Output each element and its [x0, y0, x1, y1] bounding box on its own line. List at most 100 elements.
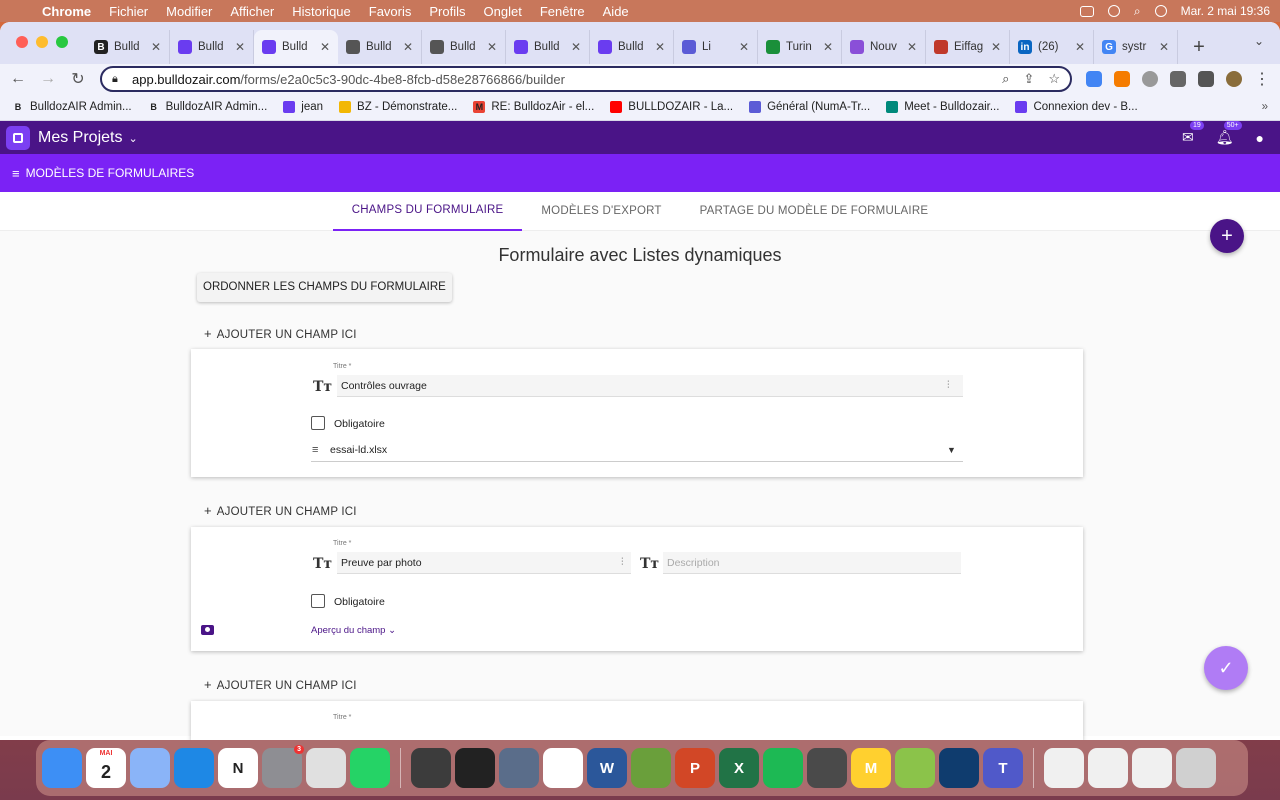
battery-icon[interactable] [1079, 5, 1094, 17]
dock-app-icon[interactable]: X [719, 748, 759, 788]
tab-form-fields[interactable]: CHAMPS DU FORMULAIRE [332, 192, 523, 231]
user-icon[interactable]: ● [1256, 130, 1264, 146]
notifications-button[interactable]: 🔔︎ 50+ [1216, 121, 1242, 146]
dock-app-icon[interactable] [499, 748, 539, 788]
add-field-button[interactable]: + AJOUTER UN CHAMP ICI [204, 503, 357, 518]
address-bar[interactable]: 🔒︎ app.bulldozair.com/forms/e2a0c5c3-90d… [100, 66, 1072, 92]
dock-app-icon[interactable] [455, 748, 495, 788]
order-fields-button[interactable]: ORDONNER LES CHAMPS DU FORMULAIRE [197, 273, 452, 302]
close-tab-icon[interactable]: ✕ [320, 40, 330, 54]
menu-fichier[interactable]: Fichier [109, 4, 148, 19]
close-tab-icon[interactable]: ✕ [151, 40, 161, 54]
menu-profils[interactable]: Profils [429, 4, 465, 19]
browser-tab[interactable]: Gsystr ✕ [1094, 30, 1178, 64]
dock-app-icon[interactable] [1044, 748, 1084, 788]
zoom-icon[interactable]: ⌕ [1002, 71, 1009, 87]
close-tab-icon[interactable]: ✕ [739, 40, 749, 54]
new-tab-button[interactable]: + [1184, 30, 1214, 64]
close-window-button[interactable] [16, 36, 28, 48]
dock-app-icon[interactable] [1132, 748, 1172, 788]
browser-tab[interactable]: B Bulld ✕ [86, 30, 170, 64]
close-tab-icon[interactable]: ✕ [403, 40, 413, 54]
dock-app-icon[interactable] [350, 748, 390, 788]
control-center-icon[interactable] [1154, 5, 1167, 17]
bookmark-item[interactable]: B BulldozAIR Admin... [148, 101, 267, 113]
browser-tab[interactable]: Turin ✕ [758, 30, 842, 64]
bookmarks-overflow-icon[interactable]: » [1262, 101, 1268, 113]
dock-app-icon[interactable] [411, 748, 451, 788]
browser-tab[interactable]: Bulld ✕ [170, 30, 254, 64]
wifi-icon[interactable] [1107, 5, 1120, 17]
bookmark-item[interactable]: M RE: BulldozAir - el... [473, 101, 594, 113]
browser-tab[interactable]: Bulld ✕ [254, 30, 338, 64]
menu-historique[interactable]: Historique [292, 4, 351, 19]
close-tab-icon[interactable]: ✕ [907, 40, 917, 54]
dock-app-icon[interactable] [543, 748, 583, 788]
extension-icon[interactable] [1086, 71, 1102, 87]
share-icon[interactable]: ⇪ [1023, 71, 1034, 87]
browser-tab[interactable]: Bulld ✕ [506, 30, 590, 64]
add-field-button[interactable]: + AJOUTER UN CHAMP ICI [204, 326, 357, 341]
bookmark-item[interactable]: jean [283, 101, 323, 113]
messages-button[interactable]: ✉ 19 [1182, 121, 1204, 146]
required-checkbox[interactable] [311, 416, 325, 430]
back-icon[interactable]: ← [10, 70, 26, 88]
settings-sliders-icon[interactable]: ⫶ [621, 557, 624, 568]
dock-app-icon[interactable] [939, 748, 979, 788]
more-menu-icon[interactable]: ⋮ [1254, 69, 1270, 89]
bookmark-item[interactable]: Meet - Bulldozair... [886, 101, 999, 113]
save-form-button[interactable]: ✓ [1204, 646, 1248, 690]
dock-app-icon[interactable] [174, 748, 214, 788]
close-tab-icon[interactable]: ✕ [571, 40, 581, 54]
browser-tab[interactable]: Eiffag ✕ [926, 30, 1010, 64]
add-field-button[interactable]: + AJOUTER UN CHAMP ICI [204, 677, 357, 692]
dock-app-icon[interactable] [306, 748, 346, 788]
close-tab-icon[interactable]: ✕ [235, 40, 245, 54]
list-file-select[interactable]: essai-ld.xlsx [330, 444, 387, 456]
dock-app-icon[interactable]: 3 [262, 745, 304, 788]
close-tab-icon[interactable]: ✕ [991, 40, 1001, 54]
lock-icon[interactable]: 🔒︎ [112, 73, 122, 85]
dropdown-caret-icon[interactable]: ▼ [947, 445, 956, 455]
dock-app-icon[interactable]: M [851, 748, 891, 788]
menu-favoris[interactable]: Favoris [369, 4, 412, 19]
close-tab-icon[interactable]: ✕ [655, 40, 665, 54]
dock-app-icon[interactable] [763, 748, 803, 788]
tab-export-templates[interactable]: MODÈLES D'EXPORT [522, 192, 680, 231]
close-tab-icon[interactable]: ✕ [487, 40, 497, 54]
extension-icon[interactable] [1114, 71, 1130, 87]
dock-app-icon[interactable] [631, 748, 671, 788]
browser-tab[interactable]: Bulld ✕ [590, 30, 674, 64]
close-tab-icon[interactable]: ✕ [823, 40, 833, 54]
browser-tab[interactable]: Li ✕ [674, 30, 758, 64]
dock-app-icon[interactable]: N [218, 748, 258, 788]
minimize-window-button[interactable] [36, 36, 48, 48]
menu-aide[interactable]: Aide [603, 4, 629, 19]
menu-modifier[interactable]: Modifier [166, 4, 212, 19]
bookmark-item[interactable]: B BulldozAIR Admin... [12, 101, 132, 113]
bookmark-item[interactable]: Général (NumA-Tr... [749, 101, 870, 113]
field-preview-toggle[interactable]: Aperçu du champ ⌄ [311, 625, 396, 636]
dock-app-icon[interactable]: T [983, 748, 1023, 788]
bookmark-star-icon[interactable]: ☆ [1048, 71, 1060, 87]
required-checkbox[interactable] [311, 594, 325, 608]
tab-search-icon[interactable]: ⌄ [1254, 34, 1264, 48]
project-selector[interactable]: Mes Projets ⌄ [38, 129, 138, 147]
fullscreen-window-button[interactable] [56, 36, 68, 48]
menu-afficher[interactable]: Afficher [230, 4, 274, 19]
dock-app-icon[interactable] [1176, 748, 1216, 788]
tab-template-sharing[interactable]: PARTAGE DU MODÈLE DE FORMULAIRE [681, 192, 948, 231]
bookmark-item[interactable]: BZ - Démonstrate... [339, 101, 457, 113]
forward-icon[interactable]: → [40, 70, 56, 88]
browser-tab[interactable]: Nouv ✕ [842, 30, 926, 64]
menu-onglet[interactable]: Onglet [484, 4, 522, 19]
browser-tab[interactable]: Bulld ✕ [338, 30, 422, 64]
extension-icon[interactable] [1142, 71, 1158, 87]
app-logo[interactable] [6, 125, 30, 150]
browser-tab[interactable]: Bulld ✕ [422, 30, 506, 64]
browser-tab[interactable]: in (26) ✕ [1010, 30, 1094, 64]
dock-app-icon[interactable]: MAI 2 [86, 748, 126, 788]
close-tab-icon[interactable]: ✕ [1075, 40, 1085, 54]
dock-app-icon[interactable] [895, 748, 935, 788]
profile-avatar[interactable] [1226, 71, 1242, 87]
